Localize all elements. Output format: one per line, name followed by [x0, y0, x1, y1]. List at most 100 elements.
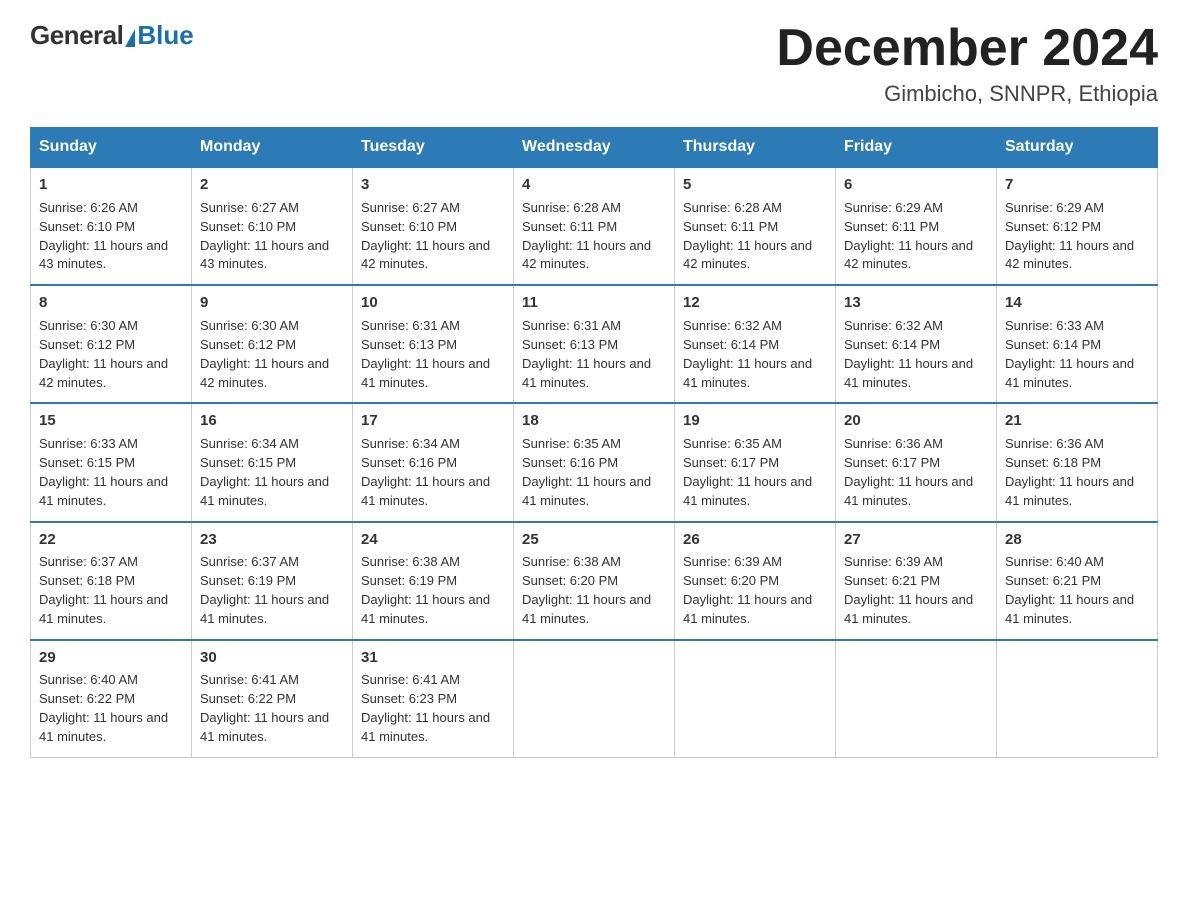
daylight-text: Daylight: 11 hours and 41 minutes. [361, 710, 490, 744]
sunset-text: Sunset: 6:18 PM [1005, 455, 1101, 470]
logo: General Blue [30, 20, 194, 51]
daylight-text: Daylight: 11 hours and 41 minutes. [844, 474, 973, 508]
sunrise-text: Sunrise: 6:39 AM [844, 554, 943, 569]
sunset-text: Sunset: 6:14 PM [1005, 337, 1101, 352]
daylight-text: Daylight: 11 hours and 41 minutes. [200, 474, 329, 508]
sunrise-text: Sunrise: 6:31 AM [522, 318, 621, 333]
calendar-cell [836, 640, 997, 758]
day-number: 12 [683, 292, 827, 314]
sunrise-text: Sunrise: 6:41 AM [361, 672, 460, 687]
sunset-text: Sunset: 6:15 PM [200, 455, 296, 470]
day-number: 4 [522, 174, 666, 196]
day-number: 3 [361, 174, 505, 196]
sunset-text: Sunset: 6:23 PM [361, 691, 457, 706]
daylight-text: Daylight: 11 hours and 42 minutes. [683, 238, 812, 272]
calendar-cell: 29Sunrise: 6:40 AMSunset: 6:22 PMDayligh… [31, 640, 192, 758]
header-tuesday: Tuesday [353, 128, 514, 168]
week-row-3: 15Sunrise: 6:33 AMSunset: 6:15 PMDayligh… [31, 403, 1158, 521]
daylight-text: Daylight: 11 hours and 41 minutes. [522, 356, 651, 390]
daylight-text: Daylight: 11 hours and 41 minutes. [200, 592, 329, 626]
calendar-body: 1 Sunrise: 6:26 AM Sunset: 6:10 PM Daylight… [31, 167, 1158, 757]
calendar-cell: 24Sunrise: 6:38 AMSunset: 6:19 PMDayligh… [353, 522, 514, 640]
sunset-text: Sunset: 6:12 PM [1005, 219, 1101, 234]
sunrise-text: Sunrise: 6:31 AM [361, 318, 460, 333]
week-row-4: 22 Sunrise: 6:37 AM Sunset: 6:18 PM Dayligh… [31, 522, 1158, 640]
sunset-text: Sunset: 6:18 PM [39, 573, 135, 588]
calendar-cell: 2Sunrise: 6:27 AMSunset: 6:10 PMDaylight… [192, 167, 353, 285]
header-friday: Friday [836, 128, 997, 168]
calendar-cell: 8Sunrise: 6:30 AMSunset: 6:12 PMDaylight… [31, 285, 192, 403]
sunset-text: Sunset: 6:20 PM [683, 573, 779, 588]
calendar-cell [997, 640, 1158, 758]
daylight-text: Daylight: 11 hours and 41 minutes. [844, 356, 973, 390]
daylight-text: Daylight: 11 hours and 41 minutes. [522, 474, 651, 508]
day-number: 25 [522, 529, 666, 551]
calendar-cell: 6Sunrise: 6:29 AMSunset: 6:11 PMDaylight… [836, 167, 997, 285]
daylight-text: Daylight: 11 hours and 43 minutes. [200, 238, 329, 272]
sunset-text: Sunset: 6:12 PM [200, 337, 296, 352]
day-number: 10 [361, 292, 505, 314]
daylight-text: Daylight: 11 hours and 41 minutes. [683, 474, 812, 508]
sunrise-text: Sunrise: 6:32 AM [844, 318, 943, 333]
calendar-cell: 25Sunrise: 6:38 AMSunset: 6:20 PMDayligh… [514, 522, 675, 640]
daylight-text: Daylight: 11 hours and 41 minutes. [1005, 356, 1134, 390]
sunrise-text: Sunrise: 6:30 AM [200, 318, 299, 333]
sunrise-text: Sunrise: 6:40 AM [1005, 554, 1104, 569]
sunset-text: Sunset: 6:17 PM [844, 455, 940, 470]
header-thursday: Thursday [675, 128, 836, 168]
sunrise-text: Sunrise: 6:40 AM [39, 672, 138, 687]
day-number: 19 [683, 410, 827, 432]
day-number: 9 [200, 292, 344, 314]
sunset-text: Sunset: 6:10 PM [200, 219, 296, 234]
day-number: 1 [39, 174, 183, 196]
week-row-2: 8 Sunrise: 6:30 AM Sunset: 6:12 PM Daylight… [31, 285, 1158, 403]
calendar-cell: 12 Sunrise: 6:32 AM Sunset: 6:14 PM Dayligh… [675, 285, 836, 403]
sunrise-text: Sunrise: 6:35 AM [683, 436, 782, 451]
day-number: 18 [522, 410, 666, 432]
calendar-cell: 11Sunrise: 6:31 AMSunset: 6:13 PMDayligh… [514, 285, 675, 403]
calendar-cell: 4Sunrise: 6:28 AMSunset: 6:11 PMDaylight… [514, 167, 675, 285]
calendar-header: SundayMondayTuesdayWednesdayThursdayFrid… [31, 128, 1158, 168]
logo-triangle-icon [125, 29, 135, 47]
sunrise-text: Sunrise: 6:26 AM [39, 200, 138, 215]
calendar-cell: 15Sunrise: 6:33 AMSunset: 6:15 PMDayligh… [31, 403, 192, 521]
sunrise-text: Sunrise: 6:37 AM [200, 554, 299, 569]
calendar-cell: 31Sunrise: 6:41 AMSunset: 6:23 PMDayligh… [353, 640, 514, 758]
sunrise-text: Sunrise: 6:34 AM [361, 436, 460, 451]
daylight-text: Daylight: 11 hours and 41 minutes. [1005, 474, 1134, 508]
sunset-text: Sunset: 6:14 PM [683, 337, 779, 352]
day-number: 13 [844, 292, 988, 314]
sunrise-text: Sunrise: 6:33 AM [1005, 318, 1104, 333]
calendar-cell [675, 640, 836, 758]
sunset-text: Sunset: 6:21 PM [844, 573, 940, 588]
daylight-text: Daylight: 11 hours and 42 minutes. [522, 238, 651, 272]
calendar-cell: 10Sunrise: 6:31 AMSunset: 6:13 PMDayligh… [353, 285, 514, 403]
sunrise-text: Sunrise: 6:28 AM [683, 200, 782, 215]
day-number: 23 [200, 529, 344, 551]
calendar-cell: 16Sunrise: 6:34 AMSunset: 6:15 PMDayligh… [192, 403, 353, 521]
week-row-1: 1 Sunrise: 6:26 AM Sunset: 6:10 PM Daylight… [31, 167, 1158, 285]
day-number: 28 [1005, 529, 1149, 551]
daylight-text: Daylight: 11 hours and 41 minutes. [39, 710, 168, 744]
calendar-cell: 19Sunrise: 6:35 AMSunset: 6:17 PMDayligh… [675, 403, 836, 521]
day-number: 22 [39, 529, 183, 551]
sunset-text: Sunset: 6:11 PM [844, 219, 939, 234]
daylight-text: Daylight: 11 hours and 43 minutes. [39, 238, 168, 272]
sunset-text: Sunset: 6:11 PM [522, 219, 617, 234]
calendar-cell: 22Sunrise: 6:37 AMSunset: 6:18 PMDayligh… [31, 522, 192, 640]
sunrise-text: Sunrise: 6:36 AM [1005, 436, 1104, 451]
day-number: 20 [844, 410, 988, 432]
day-number: 8 [39, 292, 183, 314]
daylight-text: Daylight: 11 hours and 41 minutes. [683, 356, 812, 390]
calendar-cell: 5Sunrise: 6:28 AMSunset: 6:11 PMDaylight… [675, 167, 836, 285]
sunset-text: Sunset: 6:14 PM [844, 337, 940, 352]
sunrise-text: Sunrise: 6:32 AM [683, 318, 782, 333]
sunrise-text: Sunrise: 6:38 AM [361, 554, 460, 569]
sunset-text: Sunset: 6:11 PM [683, 219, 778, 234]
sunset-text: Sunset: 6:10 PM [361, 219, 457, 234]
daylight-text: Daylight: 11 hours and 41 minutes. [361, 474, 490, 508]
sunset-text: Sunset: 6:20 PM [522, 573, 618, 588]
header-row: SundayMondayTuesdayWednesdayThursdayFrid… [31, 128, 1158, 168]
daylight-text: Daylight: 11 hours and 42 minutes. [39, 356, 168, 390]
calendar-cell: 7Sunrise: 6:29 AMSunset: 6:12 PMDaylight… [997, 167, 1158, 285]
